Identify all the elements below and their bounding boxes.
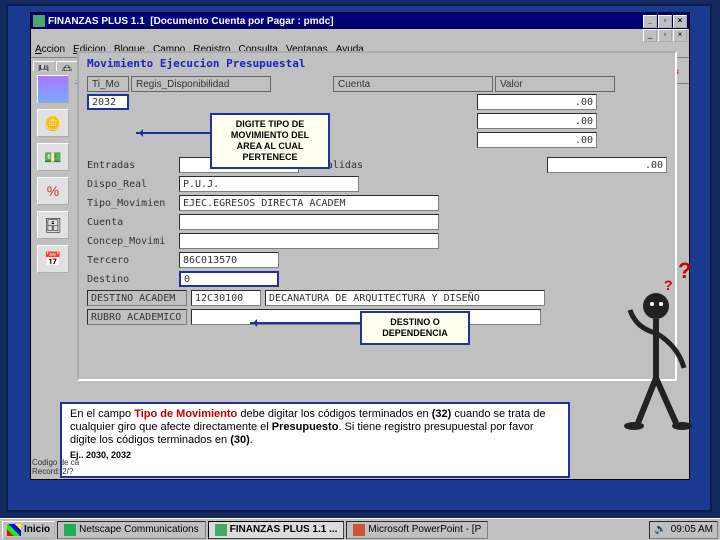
- taskbar-item-netscape[interactable]: Netscape Communications: [57, 521, 206, 539]
- powerpoint-icon: [353, 524, 365, 536]
- system-tray[interactable]: 🔊 09:05 AM: [649, 521, 718, 539]
- label-cuenta: Cuenta: [87, 217, 175, 228]
- taskbar-item-powerpoint[interactable]: Microsoft PowerPoint - [P: [346, 521, 488, 539]
- window-title: FINANZAS PLUS 1.1 [Documento Cuenta por …: [48, 16, 643, 27]
- label-tercero: Tercero: [87, 255, 175, 266]
- label-destino-academ: DESTINO ACADEM: [87, 290, 187, 306]
- destino-academ-desc-input[interactable]: DECANATURA DE ARQUITECTURA Y DISEÑO: [265, 290, 545, 306]
- menu-accion[interactable]: Accion: [35, 44, 65, 55]
- concep-input[interactable]: [179, 233, 439, 249]
- svg-text:?: ?: [678, 258, 691, 283]
- child-minimize-button[interactable]: _: [643, 29, 657, 42]
- sidebar-calendar-icon[interactable]: 📅: [37, 245, 69, 273]
- arrow-icon: [250, 322, 360, 324]
- app-icon: [33, 15, 45, 27]
- netscape-icon: [64, 524, 76, 536]
- sidebar: 🪙 💵 % 🗄 📅: [31, 71, 75, 431]
- cuenta-input[interactable]: [179, 214, 439, 230]
- taskbar-item-finanzas[interactable]: FINANZAS PLUS 1.1 ...: [208, 521, 345, 539]
- taskbar: Inicio Netscape Communications FINANZAS …: [0, 518, 720, 540]
- label-dispo-real: Dispo_Real: [87, 179, 175, 190]
- salidas-input[interactable]: .00: [547, 157, 667, 173]
- form-title: Movimiento Ejecucion Presupuestal: [79, 53, 675, 74]
- tray-speaker-icon[interactable]: 🔊: [654, 524, 666, 535]
- destino-academ-code-input[interactable]: 12C30100: [191, 290, 261, 306]
- child-close-button[interactable]: ×: [673, 29, 687, 42]
- tercero-input[interactable]: 86C013570: [179, 252, 279, 268]
- col-valor: Valor: [495, 76, 615, 92]
- sidebar-chart-icon[interactable]: [37, 75, 69, 103]
- ti-mo-input[interactable]: 2032: [87, 94, 129, 110]
- maximize-button[interactable]: ▫: [658, 15, 672, 28]
- callout-tipo-movimiento: DIGITE TIPO DE MOVIMIENTO DEL AREA AL CU…: [210, 113, 330, 169]
- col-cuenta: Cuenta: [333, 76, 493, 92]
- label-tipo-mov: Tipo_Movimien: [87, 198, 175, 209]
- minimize-button[interactable]: _: [643, 15, 657, 28]
- valor-input-3[interactable]: .00: [477, 132, 597, 148]
- arrow-icon: [136, 132, 210, 134]
- col-ti-mo: Ti_Mo: [87, 76, 129, 92]
- dispo-real-input[interactable]: P.U.J.: [179, 176, 359, 192]
- start-button[interactable]: Inicio: [2, 521, 55, 539]
- valor-input-2[interactable]: .00: [477, 113, 597, 129]
- child-maximize-button[interactable]: ▫: [658, 29, 672, 42]
- valor-input-1[interactable]: .00: [477, 94, 597, 110]
- sidebar-cabinet-icon[interactable]: 🗄: [37, 211, 69, 239]
- finanzas-icon: [215, 524, 227, 536]
- label-rubro: RUBRO ACADEMICO: [87, 309, 187, 325]
- svg-text:?: ?: [664, 277, 673, 293]
- windows-icon: [7, 524, 21, 536]
- window-titlebar: FINANZAS PLUS 1.1 [Documento Cuenta por …: [31, 13, 689, 29]
- tipo-mov-input[interactable]: EJEC.EGRESOS DIRECTA ACADEM: [179, 195, 439, 211]
- sidebar-percent-icon[interactable]: %: [37, 177, 69, 205]
- col-regis: Regis_Disponibilidad: [131, 76, 271, 92]
- help-panel: En el campo Tipo de Movimiento debe digi…: [60, 402, 570, 478]
- label-concep: Concep_Movimi: [87, 236, 175, 247]
- tray-clock: 09:05 AM: [671, 524, 713, 535]
- question-person-icon: ? ?: [606, 258, 716, 438]
- status-bar: Codigo de caRecord: 2/?: [30, 456, 81, 478]
- close-button[interactable]: ×: [673, 15, 687, 28]
- callout-destino: DESTINO O DEPENDENCIA: [360, 311, 470, 345]
- destino-input[interactable]: 0: [179, 271, 279, 287]
- label-destino: Destino: [87, 274, 175, 285]
- sidebar-money-icon[interactable]: 💵: [37, 143, 69, 171]
- label-entradas: Entradas: [87, 160, 175, 171]
- sidebar-coins-icon[interactable]: 🪙: [37, 109, 69, 137]
